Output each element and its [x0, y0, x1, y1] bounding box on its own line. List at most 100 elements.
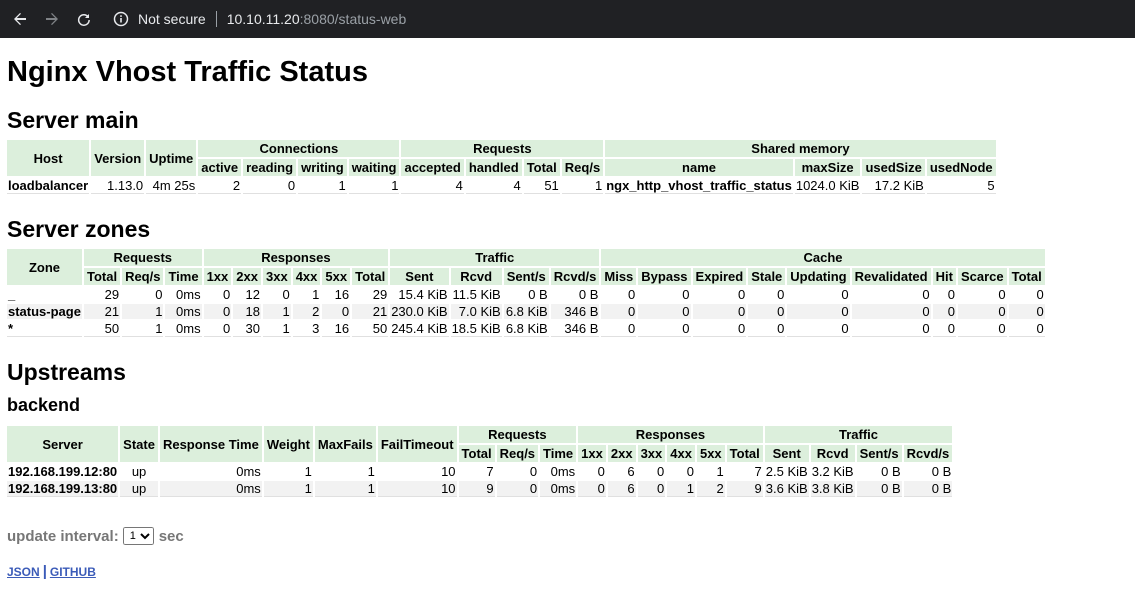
subheader-cell: 5xx: [322, 268, 351, 285]
cell: 0: [203, 287, 232, 302]
subheader-cell: Req/s: [496, 445, 539, 462]
url-host[interactable]: 10.10.11.20: [227, 11, 300, 27]
subheader-cell: Scarce: [957, 268, 1007, 285]
cell: 0: [851, 304, 931, 319]
col-shared-memory: Shared memory: [605, 140, 996, 157]
col-accepted: accepted: [401, 159, 464, 176]
cell: 12: [233, 287, 261, 302]
cell: 0 B: [856, 464, 902, 479]
cell: 0ms: [165, 304, 202, 319]
browser-toolbar: Not secure 10.10.11.20:8080/status-web: [0, 0, 1135, 38]
cell: 245.4 KiB: [390, 321, 449, 337]
url-path[interactable]: :8080/status-web: [300, 11, 407, 27]
cell: 6.8 KiB: [503, 321, 549, 337]
cell: 0 B: [903, 464, 953, 479]
cell: 0: [692, 287, 747, 302]
cell: 0: [638, 304, 691, 319]
row-label: _: [7, 287, 82, 302]
cell: 230.0 KiB: [390, 304, 449, 319]
cell: 0ms: [165, 287, 202, 302]
col-version: Version: [91, 140, 145, 176]
cell: 1: [314, 464, 376, 479]
cell: 2: [696, 481, 725, 497]
subheader-cell: Expired: [692, 268, 747, 285]
subheader-cell: 4xx: [292, 268, 321, 285]
cell: 1: [122, 304, 164, 319]
cell: 0: [957, 321, 1007, 337]
page-title: Nginx Vhost Traffic Status: [7, 56, 368, 88]
cell: 1: [298, 178, 347, 194]
cell: 0: [638, 287, 691, 302]
subheader-cell: 5xx: [696, 445, 725, 462]
cell: 0: [1008, 287, 1045, 302]
cell: 0 B: [550, 287, 600, 302]
address-bar[interactable]: Not secure 10.10.11.20:8080/status-web: [106, 0, 406, 38]
cell: up: [120, 464, 158, 479]
cell-host: loadbalancer: [7, 178, 90, 194]
cell: 16: [322, 321, 351, 337]
col-requests: Requests: [83, 249, 202, 266]
subheader-cell: Rcvd/s: [903, 445, 953, 462]
server-main-heading: Server main: [7, 107, 139, 133]
col-maxfails: MaxFails: [314, 426, 376, 462]
not-secure-label[interactable]: Not secure: [138, 11, 206, 27]
col-weight: Weight: [263, 426, 313, 462]
cell: 0ms: [159, 464, 262, 479]
col-requests: Requests: [458, 426, 577, 443]
row-label: *: [7, 321, 82, 337]
subheader-cell: Total: [352, 268, 389, 285]
json-link[interactable]: JSON: [7, 565, 40, 579]
cell: 0: [748, 287, 786, 302]
cell: 7: [726, 464, 763, 479]
col-state: State: [120, 426, 158, 462]
cell: 6.8 KiB: [503, 304, 549, 319]
subheader-cell: Bypass: [638, 268, 691, 285]
github-link[interactable]: GITHUB: [50, 565, 96, 579]
cell: 0: [932, 287, 956, 302]
zones-body: _ 29 0 0ms 0 12 0 1 16 29 15.4 KiB 11.5 KiB 0 B0 B00…: [7, 287, 1045, 337]
col-handled: handled: [465, 159, 522, 176]
cell: 0: [601, 321, 637, 337]
address-divider: [215, 11, 217, 27]
reload-icon[interactable]: [68, 0, 100, 38]
zones-subheader-row: Total Req/s Time 1xx 2xx 3xx 4xx 5xx Total Sent Rc…: [7, 268, 1045, 285]
update-interval-select[interactable]: 1: [122, 527, 154, 545]
col-zone: Zone: [7, 249, 82, 285]
col-traffic: Traffic: [764, 426, 953, 443]
cell: 16: [322, 287, 351, 302]
subheader-cell: Rcvd: [810, 445, 855, 462]
cell: 6: [607, 481, 636, 497]
cell: 2.5 KiB: [764, 464, 809, 479]
cell: up: [120, 481, 158, 497]
cell: 1: [348, 178, 400, 194]
subheader-cell: Rcvd: [450, 268, 502, 285]
subheader-cell: Miss: [601, 268, 637, 285]
cell: 5: [926, 178, 996, 194]
cell: 0: [637, 481, 666, 497]
cell: 21: [352, 304, 389, 319]
cell: 21: [83, 304, 121, 319]
info-icon[interactable]: [112, 10, 130, 28]
forward-icon[interactable]: [36, 0, 68, 38]
col-total: Total: [523, 159, 560, 176]
cell: 9: [458, 481, 495, 497]
table-row: loadbalancer 1.13.0 4m 25s 2 0 1 1 4 4 5…: [7, 178, 996, 194]
col-waiting: waiting: [348, 159, 400, 176]
cell: 0: [748, 304, 786, 319]
cell: 0 B: [503, 287, 549, 302]
subheader-cell: Sent: [764, 445, 809, 462]
subheader-cell: Total: [83, 268, 121, 285]
cell: 0: [601, 287, 637, 302]
back-icon[interactable]: [4, 0, 36, 38]
col-req-s: Req/s: [561, 159, 604, 176]
cell: 1: [292, 287, 321, 302]
cell: 0 B: [856, 481, 902, 497]
cell: 346 B: [550, 304, 600, 319]
subheader-cell: Total: [726, 445, 763, 462]
cell: 15.4 KiB: [390, 287, 449, 302]
cell-shm-name: ngx_http_vhost_traffic_status: [605, 178, 793, 194]
col-active: active: [198, 159, 242, 176]
cell: 0: [601, 304, 637, 319]
cell: 29: [352, 287, 389, 302]
cell: 10: [377, 464, 457, 479]
